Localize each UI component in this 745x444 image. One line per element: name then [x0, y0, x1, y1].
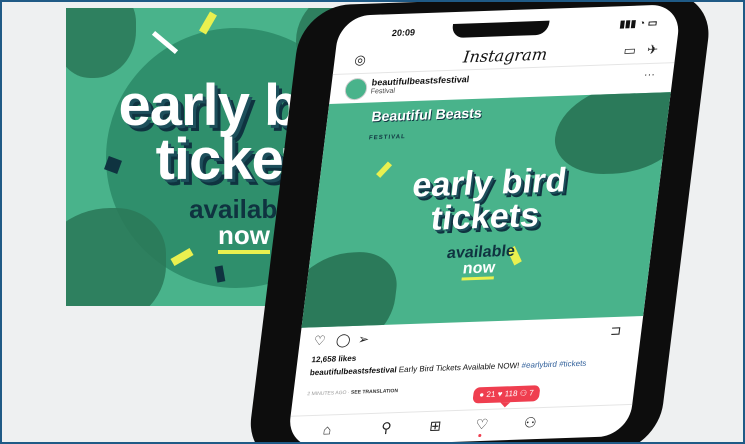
- share-icon[interactable]: ➢: [357, 331, 370, 347]
- caption-hashtags[interactable]: #earlybird #tickets: [521, 359, 587, 370]
- caption-username[interactable]: beautifulbeastsfestival: [309, 365, 397, 377]
- home-icon[interactable]: ⌂: [322, 421, 332, 437]
- screenshot-frame: early bird tickets available now 20:09 ▮…: [0, 0, 745, 444]
- caption-text: Early Bird Tickets Available NOW!: [396, 360, 523, 375]
- activity-icon[interactable]: ♡: [475, 416, 490, 433]
- poster-now-text: now: [218, 220, 270, 254]
- post-brand-sub: FESTIVAL: [368, 134, 407, 142]
- bookmark-icon[interactable]: ⊐: [609, 323, 623, 339]
- igtv-icon[interactable]: ▭: [623, 43, 637, 59]
- post-image[interactable]: Beautiful Beasts FESTIVAL early bird tic…: [301, 92, 671, 328]
- status-icons: ▮▮▮ ◔ ▭: [618, 17, 658, 31]
- post-caption: beautifulbeastsfestival Early Bird Ticke…: [309, 356, 622, 378]
- heart-icon: ♥: [497, 389, 503, 399]
- post-time: 2 MINUTES AGO: [306, 389, 347, 398]
- see-translation-link[interactable]: SEE TRANSLATION: [351, 388, 399, 396]
- profile-icon[interactable]: ⚇: [523, 414, 538, 431]
- comment-icon[interactable]: ◯: [335, 332, 351, 348]
- add-post-icon[interactable]: ⊞: [428, 417, 442, 434]
- person-icon: ⚇: [519, 388, 528, 398]
- post-now-text: now: [461, 259, 497, 281]
- more-options-icon[interactable]: ···: [643, 69, 656, 81]
- status-time: 20:09: [391, 27, 416, 39]
- notif-likes-count: 118: [504, 388, 519, 399]
- account-avatar[interactable]: [343, 77, 369, 101]
- notif-follows-count: 7: [528, 388, 535, 398]
- post-meta: 2 MINUTES AGO · SEE TRANSLATION: [307, 388, 398, 397]
- notif-comments-count: 21: [485, 389, 496, 400]
- instagram-screen: 20:09 ▮▮▮ ◔ ▭ ◎ Instagram ▭ ✈ beautifulb…: [286, 4, 682, 442]
- like-icon[interactable]: ♡: [313, 333, 327, 349]
- comment-bubble-icon: ●: [478, 390, 485, 400]
- post-brand-logo: Beautiful Beasts: [370, 104, 483, 125]
- activity-notification-bubble[interactable]: ● 21 ♥ 118 ⚇ 7: [472, 385, 541, 404]
- account-subtitle: Festival: [370, 87, 396, 96]
- search-icon[interactable]: ⚲: [380, 419, 392, 436]
- phone-mockup: 20:09 ▮▮▮ ◔ ▭ ◎ Instagram ▭ ✈ beautifulb…: [245, 2, 715, 442]
- likes-count[interactable]: 12,658 likes: [311, 354, 357, 365]
- activity-indicator-dot: [478, 434, 482, 438]
- direct-message-icon[interactable]: ✈: [646, 42, 659, 58]
- account-name[interactable]: beautifulbeastsfestival: [371, 74, 470, 87]
